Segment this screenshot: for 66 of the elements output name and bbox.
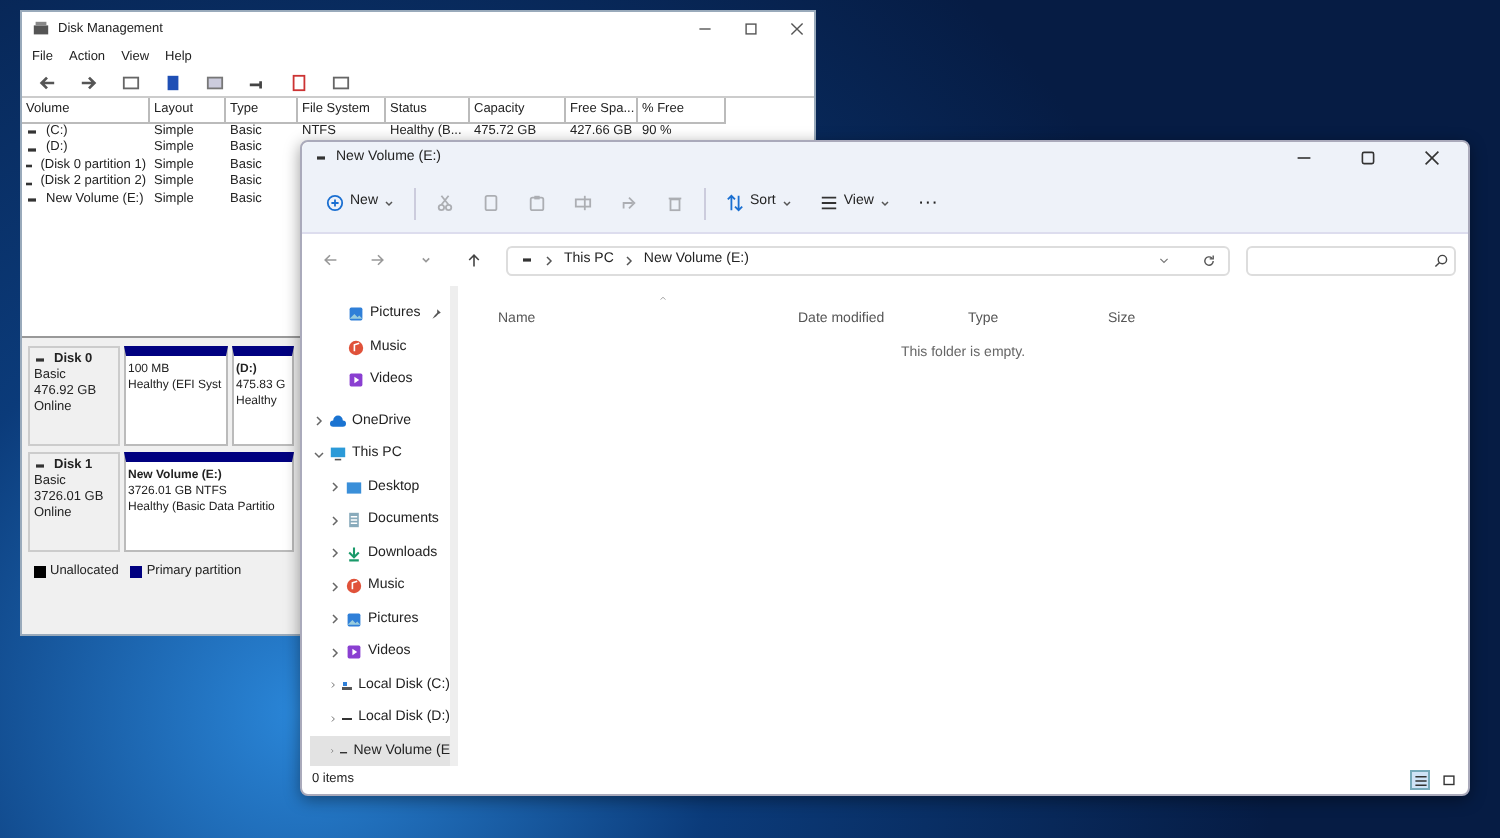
help-book-icon [164,73,182,91]
sort-caret-icon [658,294,668,302]
picture-icon [346,611,362,628]
chevron-right-icon [330,647,340,658]
rename-icon [574,194,593,212]
scissors-icon [436,194,455,212]
caret-icon [418,252,434,268]
drive-icon [342,677,353,694]
volume-icon [26,179,33,187]
plus-circle-icon [326,194,344,212]
close-icon [790,22,804,36]
window-icon [332,73,350,91]
list-icon [206,73,224,91]
sort-arrows-icon [726,194,745,212]
forward-arrow-icon [370,252,386,268]
minimize-icon [698,22,712,36]
film-icon [348,372,364,389]
trash-icon [666,194,685,212]
share-icon [620,194,639,212]
refresh-icon [1202,253,1216,267]
chevron-down-icon [314,449,324,460]
details-view-button[interactable] [1410,770,1430,790]
document-icon [346,512,362,529]
chevron-right-icon [330,713,337,724]
chevron-right-icon [623,255,634,265]
maximize-icon [1360,150,1376,166]
picture-icon [348,306,364,323]
clipboard-icon [528,194,547,212]
drive-icon [520,256,534,264]
chevron-right-icon [330,614,340,625]
drive-icon [314,154,328,162]
chevron-right-icon [330,548,340,559]
search-icon [1434,253,1448,267]
document-icon [290,73,308,91]
more-options-button[interactable]: ··· [909,184,946,222]
caret-icon [384,198,395,208]
download-arrow-icon [346,545,362,562]
search-field[interactable] [1246,245,1456,275]
chevron-right-icon [330,680,337,691]
close-icon [1424,150,1440,166]
chevron-right-icon [330,581,340,592]
panel-icon [122,73,140,91]
music-note-icon [346,578,362,595]
chevron-right-icon [330,515,340,526]
details-view-icon [1413,773,1427,787]
copy-icon [482,194,501,212]
chevron-right-icon [544,255,554,265]
back-arrow-icon [322,252,338,268]
maximize-icon [744,22,758,36]
cloud-icon [330,413,346,430]
forward-arrow-icon [80,73,98,91]
music-note-icon [348,339,364,356]
caret-icon [879,198,890,208]
back-arrow-icon [38,73,56,91]
up-arrow-icon [466,252,482,268]
chevron-right-icon [330,482,340,493]
lines-icon [819,194,838,212]
caret-icon [1158,253,1170,265]
tiles-view-button[interactable] [1438,770,1458,790]
monitor-icon [346,479,362,496]
chevron-right-icon [314,416,324,427]
volume-icon [26,162,33,170]
caret-icon [781,198,792,208]
tiles-view-icon [1441,773,1455,787]
film-icon [346,644,362,661]
monitor-icon [330,446,346,463]
